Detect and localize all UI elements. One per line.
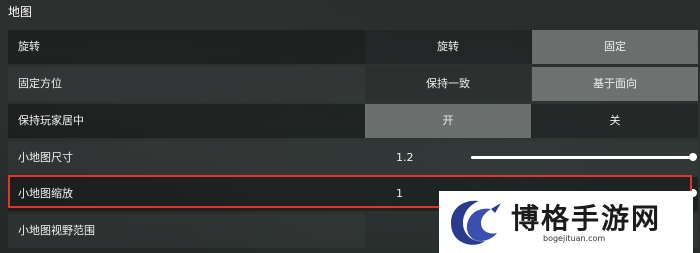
option-based-on-facing[interactable]: 基于面向 bbox=[532, 67, 698, 101]
minimap-zoom-value: 1 bbox=[396, 187, 403, 200]
setting-label-minimap-view-range: 小地图视野范围 bbox=[18, 224, 95, 237]
option-off[interactable]: 关 bbox=[532, 104, 698, 138]
setting-row-fixed-orientation: 固定方位 保持一致 基于面向 bbox=[8, 67, 698, 101]
bird-logo-icon bbox=[451, 200, 501, 245]
watermark: 博格手游网 bogejituan.com bbox=[439, 191, 693, 253]
section-title: 地图 bbox=[8, 5, 33, 19]
setting-label-minimap-size: 小地图尺寸 bbox=[18, 151, 73, 164]
watermark-url: bogejituan.com bbox=[543, 234, 606, 243]
option-rotate[interactable]: 旋转 bbox=[365, 30, 531, 64]
setting-row-keep-player-centered: 保持玩家居中 开 关 bbox=[8, 104, 698, 138]
setting-label-rotation: 旋转 bbox=[18, 40, 40, 53]
minimap-size-value: 1.2 bbox=[396, 151, 414, 164]
setting-row-minimap-size: 小地图尺寸 1.2 bbox=[8, 141, 698, 175]
minimap-size-slider-fill bbox=[471, 156, 693, 159]
setting-label-fixed-orientation: 固定方位 bbox=[18, 77, 62, 90]
setting-label-minimap-zoom: 小地图缩放 bbox=[18, 187, 73, 200]
setting-label-keep-player-centered: 保持玩家居中 bbox=[18, 114, 84, 127]
minimap-size-slider[interactable] bbox=[471, 153, 697, 161]
minimap-size-slider-thumb[interactable] bbox=[689, 153, 697, 161]
minimap-view-range-control[interactable] bbox=[365, 214, 445, 248]
option-keep-consistent[interactable]: 保持一致 bbox=[365, 67, 531, 101]
watermark-text: 博格手游网 bbox=[511, 202, 662, 235]
setting-row-rotation: 旋转 旋转 固定 bbox=[8, 30, 698, 64]
option-on[interactable]: 开 bbox=[365, 104, 531, 138]
option-fixed[interactable]: 固定 bbox=[532, 30, 698, 64]
